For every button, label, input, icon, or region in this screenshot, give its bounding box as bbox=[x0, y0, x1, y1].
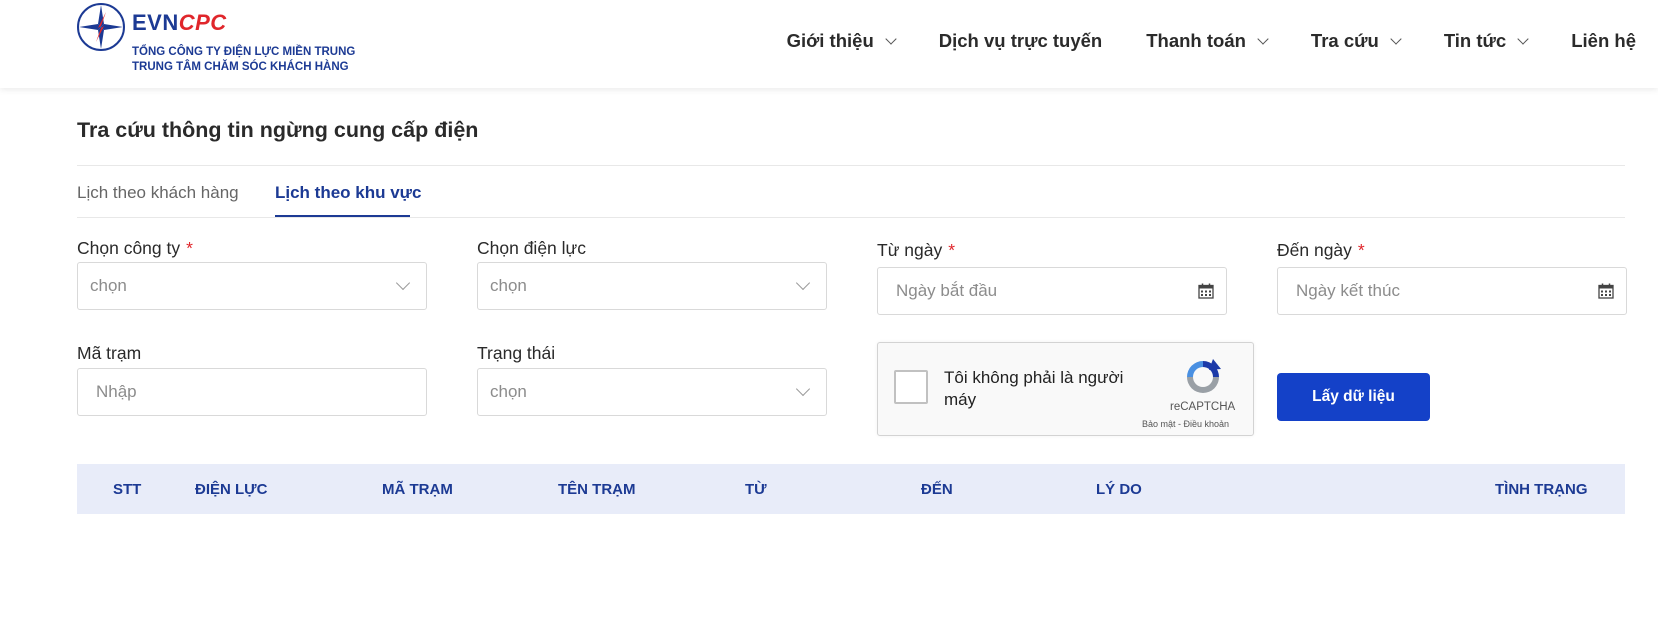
page-title: Tra cứu thông tin ngừng cung cấp điện bbox=[77, 118, 479, 142]
calendar-icon[interactable] bbox=[1198, 283, 1214, 299]
column-header-tinh-trang: TÌNH TRẠNG bbox=[1495, 481, 1588, 498]
column-header-dien-luc: ĐIỆN LỰC bbox=[195, 481, 268, 498]
recaptcha-links[interactable]: Bảo mật - Điều khoản bbox=[1142, 419, 1229, 429]
brand-subtitle-1: TỔNG CÔNG TY ĐIỆN LỰC MIỀN TRUNG bbox=[132, 46, 356, 58]
nav-item-thanh-toan[interactable]: Thanh toán bbox=[1146, 30, 1269, 52]
from-date-label: Từ ngày * bbox=[877, 240, 956, 260]
column-header-den: ĐẾN bbox=[921, 481, 953, 498]
station-code-input[interactable]: Nhập bbox=[77, 368, 427, 416]
company-select[interactable]: chọn bbox=[77, 262, 427, 310]
nav-item-tin-tuc[interactable]: Tin tức bbox=[1444, 30, 1529, 52]
to-date-input[interactable]: Ngày kết thúc bbox=[1277, 267, 1627, 315]
power-unit-select[interactable]: chọn bbox=[477, 262, 827, 310]
chevron-down-icon bbox=[795, 275, 811, 291]
recaptcha-brand: reCAPTCHA bbox=[1170, 401, 1236, 413]
main-nav: Giới thiệu Dịch vụ trực tuyến Thanh toán… bbox=[787, 30, 1636, 52]
nav-item-tra-cuu[interactable]: Tra cứu bbox=[1311, 30, 1402, 52]
power-unit-label: Chọn điện lực bbox=[477, 238, 586, 258]
tab-lich-theo-khach-hang[interactable]: Lịch theo khách hàng bbox=[77, 183, 239, 203]
recaptcha-widget: Tôi không phải là người máy reCAPTCHA Bả… bbox=[877, 342, 1254, 436]
column-header-tu: TỪ bbox=[745, 481, 767, 498]
nav-item-gioi-thieu[interactable]: Giới thiệu bbox=[787, 30, 897, 52]
evn-logo-icon bbox=[77, 3, 125, 51]
chevron-down-icon bbox=[1517, 32, 1529, 45]
divider bbox=[77, 217, 1625, 218]
table-header: STT ĐIỆN LỰC MÃ TRẠM TÊN TRẠM TỪ ĐẾN LÝ … bbox=[77, 464, 1625, 514]
from-date-input[interactable]: Ngày bắt đầu bbox=[877, 267, 1227, 315]
site-header: EVNCPC TỔNG CÔNG TY ĐIỆN LỰC MIỀN TRUNG … bbox=[0, 0, 1658, 88]
column-header-ma-tram: MÃ TRẠM bbox=[382, 481, 453, 498]
divider bbox=[77, 165, 1625, 166]
chevron-down-icon bbox=[1390, 32, 1402, 45]
station-code-label: Mã trạm bbox=[77, 343, 142, 363]
tab-lich-theo-khu-vuc[interactable]: Lịch theo khu vực bbox=[275, 183, 421, 203]
nav-item-dich-vu[interactable]: Dịch vụ trực tuyến bbox=[939, 30, 1102, 52]
column-header-ten-tram: TÊN TRẠM bbox=[558, 481, 636, 498]
chevron-down-icon bbox=[1257, 32, 1269, 45]
chevron-down-icon bbox=[885, 32, 897, 45]
logo[interactable]: EVNCPC TỔNG CÔNG TY ĐIỆN LỰC MIỀN TRUNG … bbox=[76, 2, 355, 82]
status-label: Trạng thái bbox=[477, 343, 556, 363]
recaptcha-logo-icon bbox=[1187, 359, 1221, 393]
company-label: Chọn công ty * bbox=[77, 238, 193, 258]
get-data-button[interactable]: Lấy dữ liệu bbox=[1277, 373, 1430, 421]
column-header-stt: STT bbox=[113, 481, 142, 498]
to-date-label: Đến ngày * bbox=[1277, 240, 1365, 260]
chevron-down-icon bbox=[395, 275, 411, 291]
calendar-icon[interactable] bbox=[1598, 283, 1614, 299]
recaptcha-checkbox[interactable] bbox=[894, 370, 928, 404]
nav-item-lien-he[interactable]: Liên hệ bbox=[1571, 30, 1636, 52]
brand-name: EVNCPC bbox=[132, 10, 227, 35]
column-header-ly-do: LÝ DO bbox=[1096, 481, 1142, 498]
status-select[interactable]: chọn bbox=[477, 368, 827, 416]
recaptcha-text: Tôi không phải là người máy bbox=[944, 368, 1124, 409]
chevron-down-icon bbox=[795, 381, 811, 397]
brand-subtitle-2: TRUNG TÂM CHĂM SÓC KHÁCH HÀNG bbox=[132, 61, 349, 73]
